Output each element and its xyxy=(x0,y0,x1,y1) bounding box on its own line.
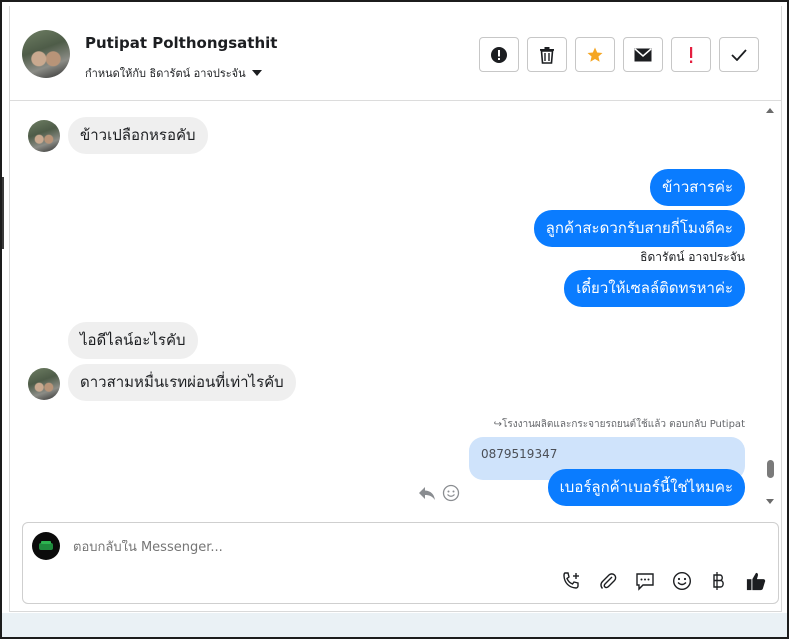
alert-icon xyxy=(690,46,693,63)
left-edge-bar xyxy=(2,177,4,249)
mark-unread-button[interactable] xyxy=(623,37,663,72)
conversation-header: Putipat Polthongsathit กำหนดให้กับ ธิดาร… xyxy=(10,6,781,101)
mail-icon xyxy=(634,47,652,61)
bottom-strip xyxy=(2,613,787,637)
scroll-up-arrow[interactable] xyxy=(766,108,774,113)
trash-icon xyxy=(540,46,554,64)
chevron-down-icon xyxy=(251,70,262,76)
sender-name: ธิดารัตน์ อาจประจัน xyxy=(640,250,745,264)
contact-name[interactable]: Putipat Polthongsathit xyxy=(85,34,277,52)
message-composer xyxy=(22,522,779,604)
delete-button[interactable] xyxy=(527,37,567,72)
avatar xyxy=(28,368,60,400)
emoji-reaction-icon[interactable] xyxy=(442,484,460,502)
mark-spam-button[interactable] xyxy=(479,37,519,72)
scrollbar-thumb[interactable] xyxy=(767,460,774,478)
star-button[interactable] xyxy=(575,37,615,72)
app-frame: Putipat Polthongsathit กำหนดให้กับ ธิดาร… xyxy=(0,0,789,639)
comment-icon[interactable] xyxy=(635,571,655,591)
avatar[interactable] xyxy=(22,30,70,78)
attach-icon[interactable] xyxy=(598,571,618,591)
composer-toolbar xyxy=(561,571,766,591)
spam-icon xyxy=(491,46,507,63)
incoming-message[interactable]: ข้าวเปลือกหรอคับ xyxy=(68,117,208,154)
scroll-down-arrow[interactable] xyxy=(766,499,774,504)
emoji-icon[interactable] xyxy=(672,571,692,591)
outgoing-message[interactable]: เดี๋ยวให้เซลล์ติดทรหาค่ะ xyxy=(564,270,745,307)
check-icon xyxy=(731,48,747,61)
thumbs-up-icon[interactable] xyxy=(746,571,766,591)
conversation-window: Putipat Polthongsathit กำหนดให้กับ ธิดาร… xyxy=(9,6,782,612)
reply-context: ↪โรงงานผลิตและกระจายรถยนต์ใช้แล้ว ตอบกลั… xyxy=(493,419,745,430)
assign-label: กำหนดให้กับ ธิดารัตน์ อาจประจัน xyxy=(85,67,246,80)
page-avatar xyxy=(32,532,60,560)
incoming-message[interactable]: ไอดีไลน์อะไรคับ xyxy=(68,322,198,359)
avatar xyxy=(28,120,60,152)
reply-icon[interactable] xyxy=(418,485,436,501)
assign-dropdown[interactable]: กำหนดให้กับ ธิดารัตน์ อาจประจัน xyxy=(85,64,262,82)
baht-icon[interactable] xyxy=(709,571,729,591)
header-toolbar xyxy=(479,37,759,72)
incoming-message[interactable]: ดาวสามหมื่นเรทผ่อนที่เท่าไรคับ xyxy=(68,364,296,401)
message-list: ข้าวเปลือกหรอคับ ข้าวสารค่ะ ลูกค้าสะดวกร… xyxy=(10,102,781,510)
outgoing-message[interactable]: เบอร์ลูกค้าเบอร์นี้ใช่ไหมคะ xyxy=(547,469,745,506)
mark-done-button[interactable] xyxy=(719,37,759,72)
message-input[interactable] xyxy=(73,540,573,555)
message-actions xyxy=(418,484,460,502)
outgoing-message[interactable]: ข้าวสารค่ะ xyxy=(650,169,745,206)
follow-up-button[interactable] xyxy=(671,37,711,72)
outgoing-message[interactable]: ลูกค้าสะดวกรับสายกี่โมงดีคะ xyxy=(533,210,745,247)
star-icon xyxy=(587,47,603,62)
phone-add-icon[interactable] xyxy=(561,571,581,591)
